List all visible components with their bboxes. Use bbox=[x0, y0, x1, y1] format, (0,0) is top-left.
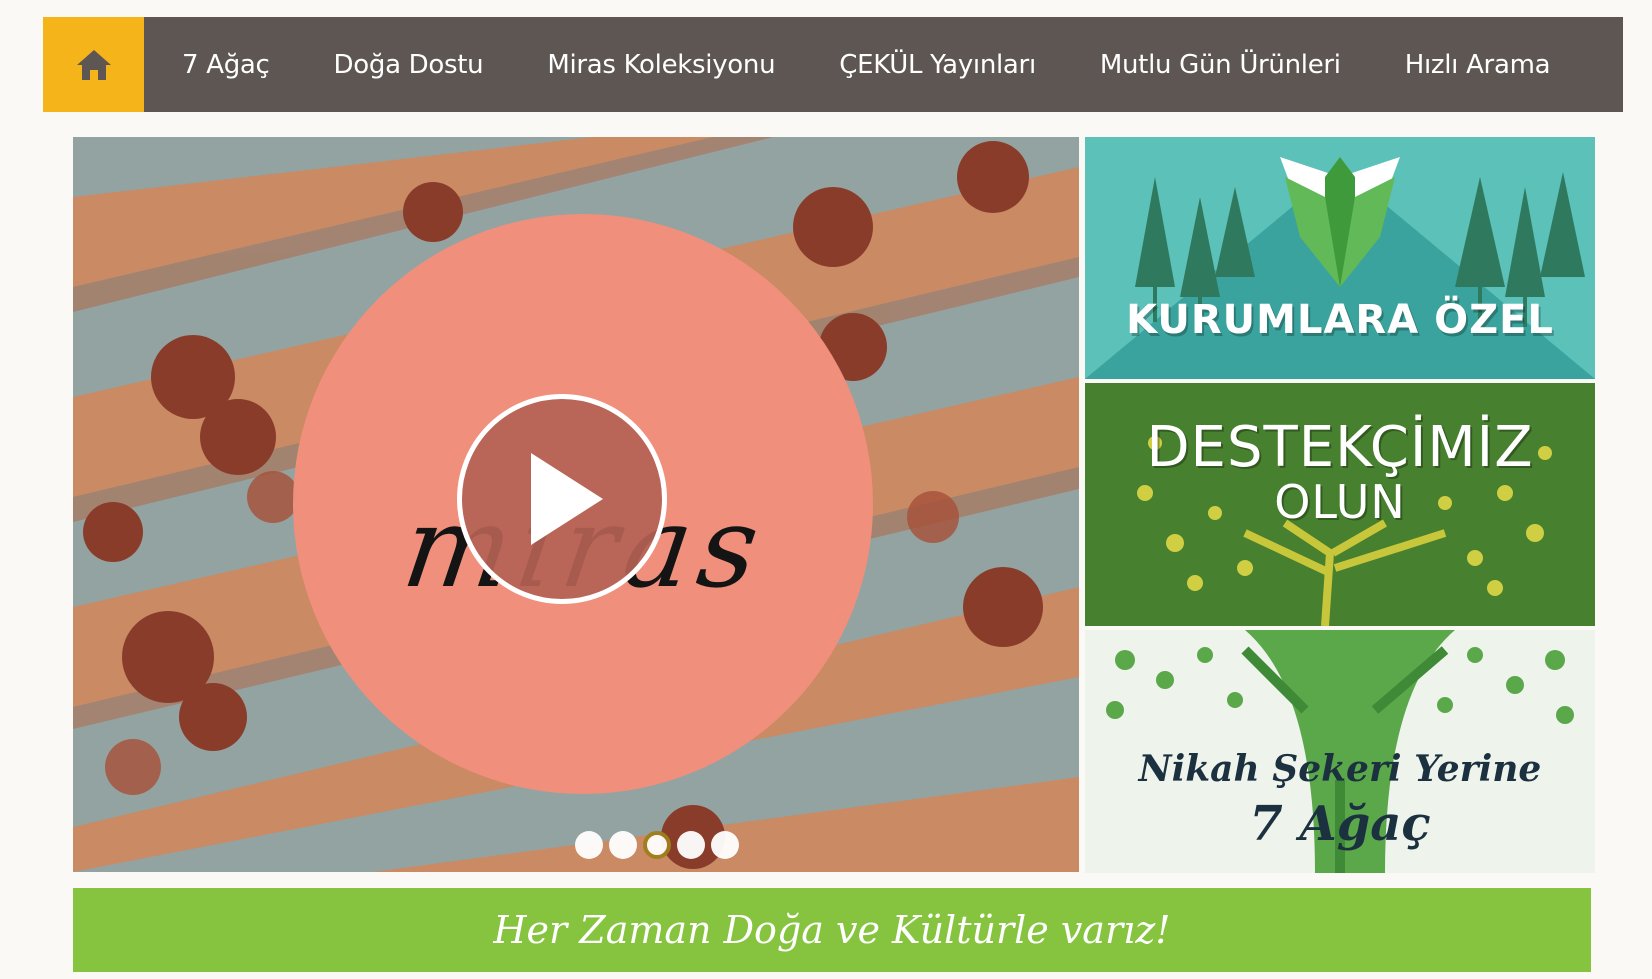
banner-destekcimiz-line1: DESTEKÇİMİZ bbox=[1146, 415, 1534, 480]
main-nav: 7 Ağaç Doğa Dostu Miras Koleksiyonu ÇEKÜ… bbox=[43, 17, 1623, 112]
banner-kurumlara-ozel[interactable]: KURUMLARA ÖZEL bbox=[1085, 137, 1595, 379]
slogan-text: Her Zaman Doğa ve Kültürle varız! bbox=[493, 908, 1171, 952]
play-button[interactable] bbox=[457, 394, 667, 604]
nav-item-hizli-arama[interactable]: Hızlı Arama bbox=[1373, 17, 1583, 112]
slider-dot-1[interactable] bbox=[575, 831, 603, 859]
slider-dot-5[interactable] bbox=[711, 831, 739, 859]
banner-kurumlara-ozel-title: KURUMLARA ÖZEL bbox=[1126, 297, 1554, 343]
nav-item-mutlu-gun-urunleri[interactable]: Mutlu Gün Ürünleri bbox=[1068, 17, 1373, 112]
banner-destekcimiz-olun[interactable]: DESTEKÇİMİZ OLUN bbox=[1085, 383, 1595, 626]
banner-nikah-sekeri[interactable]: Nikah Şekeri Yerine 7 Ağaç bbox=[1085, 630, 1595, 873]
home-button[interactable] bbox=[43, 17, 144, 112]
slider-dot-2[interactable] bbox=[609, 831, 637, 859]
page: 7 Ağaç Doğa Dostu Miras Koleksiyonu ÇEKÜ… bbox=[0, 0, 1652, 979]
play-icon bbox=[531, 453, 603, 545]
side-banners: KURUMLARA ÖZEL DESTEKÇİMİZ OLUN Nikah Şe… bbox=[1085, 137, 1595, 877]
banner-nikah-line1: Nikah Şekeri Yerine bbox=[1138, 748, 1542, 790]
slider-dot-3-active[interactable] bbox=[643, 831, 671, 859]
slogan-bar: Her Zaman Doğa ve Kültürle varız! bbox=[73, 888, 1591, 972]
home-icon bbox=[76, 49, 111, 80]
slider-pagination bbox=[575, 831, 739, 859]
nav-item-7-agac[interactable]: 7 Ağaç bbox=[144, 17, 302, 112]
banner-destekcimiz-line2: OLUN bbox=[1274, 475, 1406, 529]
nav-item-cekul-yayinlari[interactable]: ÇEKÜL Yayınları bbox=[807, 17, 1068, 112]
nav-item-miras-koleksiyonu[interactable]: Miras Koleksiyonu bbox=[515, 17, 807, 112]
nav-item-doga-dostu[interactable]: Doğa Dostu bbox=[302, 17, 516, 112]
banner-nikah-line2: 7 Ağaç bbox=[1249, 796, 1431, 852]
slider-dot-4[interactable] bbox=[677, 831, 705, 859]
hero-video-slider[interactable]: miras bbox=[73, 137, 1079, 872]
